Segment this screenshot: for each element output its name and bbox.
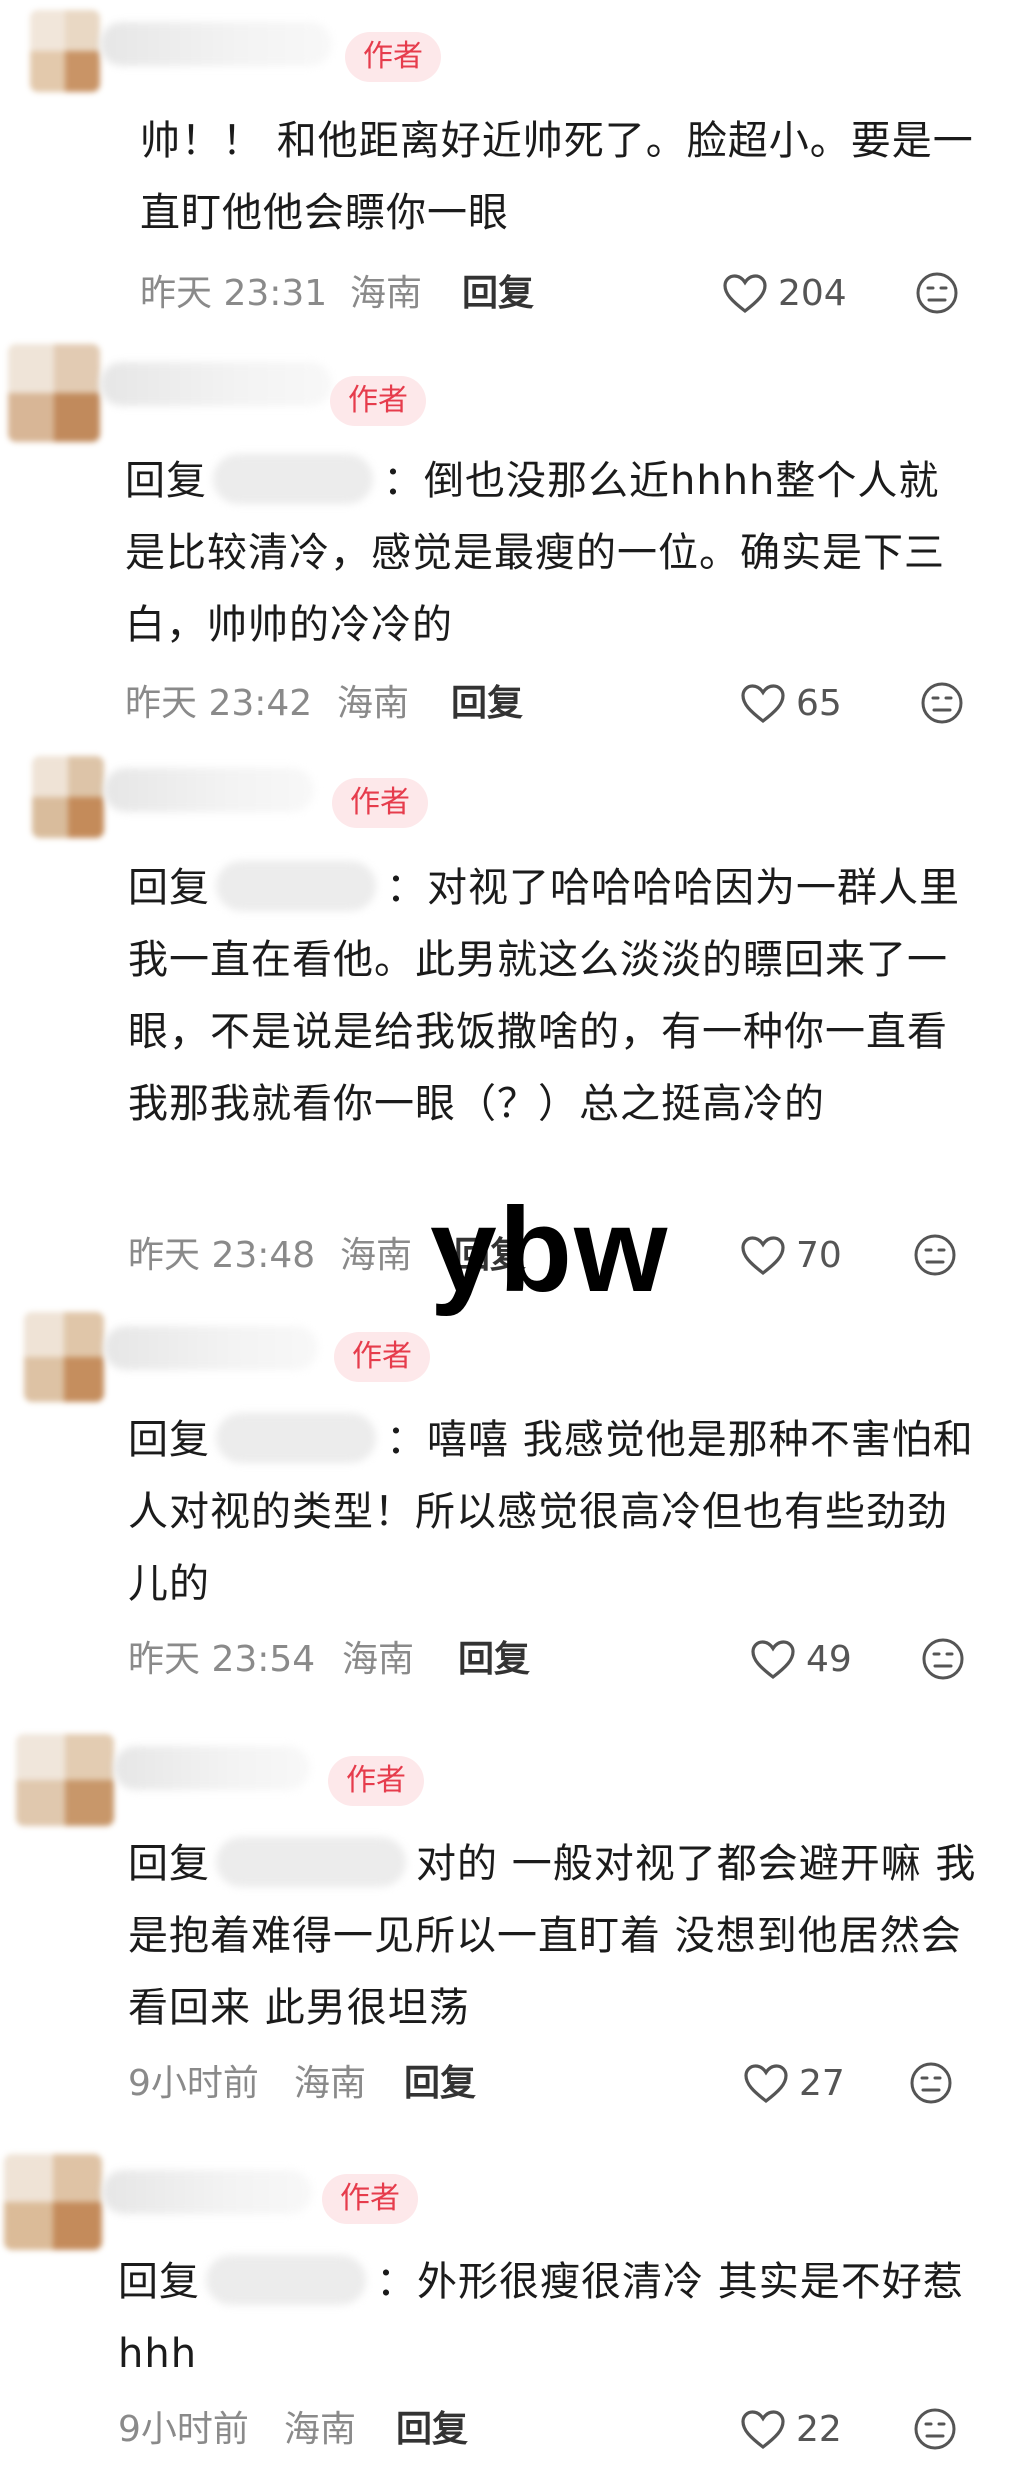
reply-prefix: 回复	[118, 2259, 200, 2305]
like-button[interactable]: 22	[740, 2402, 842, 2458]
comment-text: 回复 ：对视了哈哈哈哈因为一群人里我一直在看他。此男就这么淡淡的瞟回来了一眼，不是…	[128, 852, 978, 1140]
dislike-button[interactable]	[908, 2060, 954, 2123]
reply-button[interactable]: 回复	[404, 2056, 476, 2112]
reply-button[interactable]: 回复	[462, 266, 534, 322]
heart-icon	[723, 274, 767, 314]
mention-username-blurred[interactable]	[216, 1413, 376, 1463]
like-button[interactable]: 49	[750, 1632, 852, 1688]
timestamp: 9小时前	[128, 2063, 259, 2104]
comment-text: 回复 ：外形很瘦很清冷 其实是不好惹hhh	[118, 2246, 978, 2390]
author-badge: 作者	[332, 778, 428, 828]
dislike-face-icon	[921, 682, 963, 724]
dislike-face-icon	[910, 2062, 952, 2104]
dislike-face-icon	[914, 2408, 956, 2450]
location: 海南	[284, 2409, 357, 2450]
heart-icon	[741, 1236, 785, 1276]
reply-prefix: 回复	[125, 458, 207, 504]
heart-icon	[744, 2064, 788, 2104]
dislike-button[interactable]	[914, 270, 960, 333]
like-button[interactable]: 65	[740, 676, 842, 732]
mention-username-blurred[interactable]	[216, 861, 376, 911]
avatar[interactable]	[8, 344, 100, 442]
mention-username-blurred[interactable]	[216, 1837, 406, 1887]
like-count: 65	[796, 683, 842, 724]
dislike-face-icon	[922, 1638, 964, 1680]
username-blurred[interactable]	[100, 362, 332, 406]
dislike-button[interactable]	[919, 680, 965, 743]
comment-meta: 昨天 23:54 海南 回复 49	[128, 1632, 966, 1688]
author-badge: 作者	[330, 376, 426, 426]
author-badge: 作者	[322, 2174, 418, 2224]
avatar[interactable]	[24, 1312, 104, 1402]
dislike-button[interactable]	[912, 1232, 958, 1295]
dislike-button[interactable]	[912, 2406, 958, 2469]
mention-username-blurred[interactable]	[206, 2255, 366, 2305]
avatar[interactable]	[4, 2154, 102, 2250]
comment-text: 回复 ：倒也没那么近hhhh整个人就是比较清冷，感觉是最瘦的一位。确实是下三白，帅…	[125, 445, 975, 661]
timestamp: 9小时前	[118, 2409, 249, 2450]
heart-icon	[741, 2410, 785, 2450]
timestamp: 昨天 23:54	[128, 1639, 316, 1680]
comment-text: 回复 对的 一般对视了都会避开嘛 我是抱着难得一见所以一直盯着 没想到他居然会看回…	[128, 1828, 978, 2044]
username-blurred[interactable]	[104, 1326, 318, 1370]
dislike-button[interactable]	[920, 1636, 966, 1699]
like-count: 22	[796, 2409, 842, 2450]
like-count: 27	[799, 2063, 845, 2104]
timestamp: 昨天 23:42	[125, 683, 313, 724]
heart-icon	[741, 684, 785, 724]
author-badge: 作者	[328, 1756, 424, 1806]
avatar[interactable]	[30, 10, 100, 92]
dislike-face-icon	[916, 272, 958, 314]
mention-username-blurred[interactable]	[213, 454, 373, 504]
like-count: 49	[806, 1639, 852, 1680]
timestamp: 昨天 23:48	[128, 1235, 316, 1276]
like-count: 70	[796, 1235, 842, 1276]
reply-button[interactable]: 回复	[451, 676, 523, 732]
reply-button[interactable]: 回复	[458, 1632, 530, 1688]
like-button[interactable]: 27	[743, 2056, 845, 2112]
avatar[interactable]	[32, 756, 104, 838]
comment-text: 帅！！ 和他距离好近帅死了。脸超小。要是一直盯他他会瞟你一眼	[140, 118, 974, 236]
comment-meta: 9小时前 海南 回复 22	[118, 2402, 958, 2458]
username-blurred[interactable]	[104, 768, 314, 812]
like-button[interactable]: 70	[740, 1228, 842, 1284]
username-blurred[interactable]	[102, 2170, 312, 2214]
watermark-text: ybw	[430, 1183, 670, 1317]
username-blurred[interactable]	[100, 22, 332, 66]
heart-icon	[751, 1640, 795, 1680]
timestamp: 昨天 23:31	[140, 273, 328, 314]
dislike-face-icon	[914, 1234, 956, 1276]
comment-text: 回复 ：嘻嘻 我感觉他是那种不害怕和人对视的类型！所以感觉很高冷但也有些劲劲儿的	[128, 1404, 978, 1620]
comment-meta: 昨天 23:42 海南 回复 65	[125, 676, 965, 732]
reply-prefix: 回复	[128, 1841, 210, 1887]
author-badge: 作者	[345, 32, 441, 82]
reply-prefix: 回复	[128, 865, 210, 911]
comment-meta: 昨天 23:31 海南 回复 204	[140, 266, 960, 322]
author-badge: 作者	[334, 1332, 430, 1382]
like-count: 204	[778, 273, 847, 314]
like-button[interactable]: 204	[722, 266, 847, 322]
avatar[interactable]	[16, 1734, 114, 1826]
comment-meta: 9小时前 海南 回复 27	[128, 2056, 954, 2112]
username-blurred[interactable]	[114, 1746, 310, 1790]
reply-prefix: 回复	[128, 1417, 210, 1463]
location: 海南	[340, 1235, 413, 1276]
location: 海南	[294, 2063, 367, 2104]
location: 海南	[350, 273, 423, 314]
location: 海南	[337, 683, 410, 724]
reply-button[interactable]: 回复	[396, 2402, 468, 2458]
location: 海南	[342, 1639, 415, 1680]
